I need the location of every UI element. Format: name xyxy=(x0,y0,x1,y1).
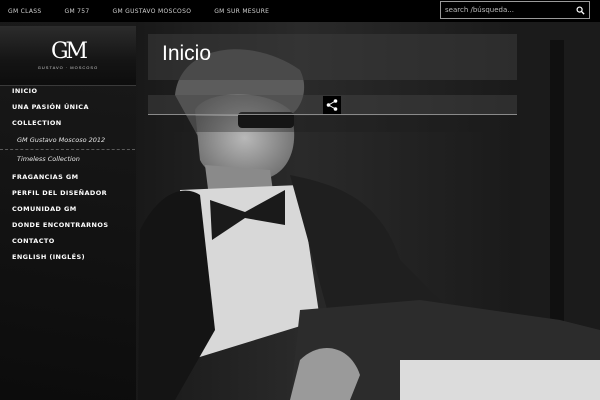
logo[interactable]: GM GUSTAVO · MOSCOSO xyxy=(0,26,136,86)
sidebar-subitem-timeless[interactable]: Timeless Collection xyxy=(0,150,136,169)
top-nav: GM CLASS GM 757 GM GUSTAVO MOSCOSO GM SU… xyxy=(8,0,292,22)
logo-subtitle: GUSTAVO · MOSCOSO xyxy=(37,65,99,70)
search-icon[interactable] xyxy=(571,2,589,18)
top-bar: GM CLASS GM 757 GM GUSTAVO MOSCOSO GM SU… xyxy=(0,0,600,22)
sidebar: GM GUSTAVO · MOSCOSO INICIO UNA PASIÓN Ú… xyxy=(0,22,136,400)
page-title: Inicio xyxy=(162,42,212,65)
share-bar xyxy=(148,95,517,115)
share-icon[interactable] xyxy=(323,96,341,114)
sidebar-item-contacto[interactable]: CONTACTO xyxy=(0,233,136,249)
page-title-box: Inicio xyxy=(148,34,517,80)
sidebar-item-inicio[interactable]: INICIO xyxy=(0,83,136,99)
sidebar-item-collection[interactable]: COLLECTION xyxy=(0,115,136,131)
sidebar-item-perfil[interactable]: PERFIL DEL DISEÑADOR xyxy=(0,185,136,201)
sidebar-item-fragancias[interactable]: FRAGANCIAS GM xyxy=(0,169,136,185)
content-strip xyxy=(148,116,517,132)
sidebar-item-una-pasion-unica[interactable]: UNA PASIÓN ÚNICA xyxy=(0,99,136,115)
sidebar-item-comunidad[interactable]: COMUNIDAD GM xyxy=(0,201,136,217)
top-nav-gm-class[interactable]: GM CLASS xyxy=(8,8,42,15)
logo-mark: GM xyxy=(50,39,88,64)
search-box xyxy=(440,1,590,19)
top-nav-gm-gustavo-moscoso[interactable]: GM GUSTAVO MOSCOSO xyxy=(113,8,192,15)
search-input[interactable] xyxy=(441,2,571,18)
sidebar-menu: INICIO UNA PASIÓN ÚNICA COLLECTION GM Gu… xyxy=(0,87,136,265)
sidebar-subitem-gm-2012[interactable]: GM Gustavo Moscoso 2012 xyxy=(0,131,135,150)
top-nav-gm-757[interactable]: GM 757 xyxy=(65,8,90,15)
sidebar-item-donde[interactable]: DONDE ENCONTRARNOS xyxy=(0,217,136,233)
top-nav-gm-sur-mesure[interactable]: GM SUR MESURE xyxy=(214,8,269,15)
sidebar-item-english[interactable]: ENGLISH (INGLÉS) xyxy=(0,249,136,265)
